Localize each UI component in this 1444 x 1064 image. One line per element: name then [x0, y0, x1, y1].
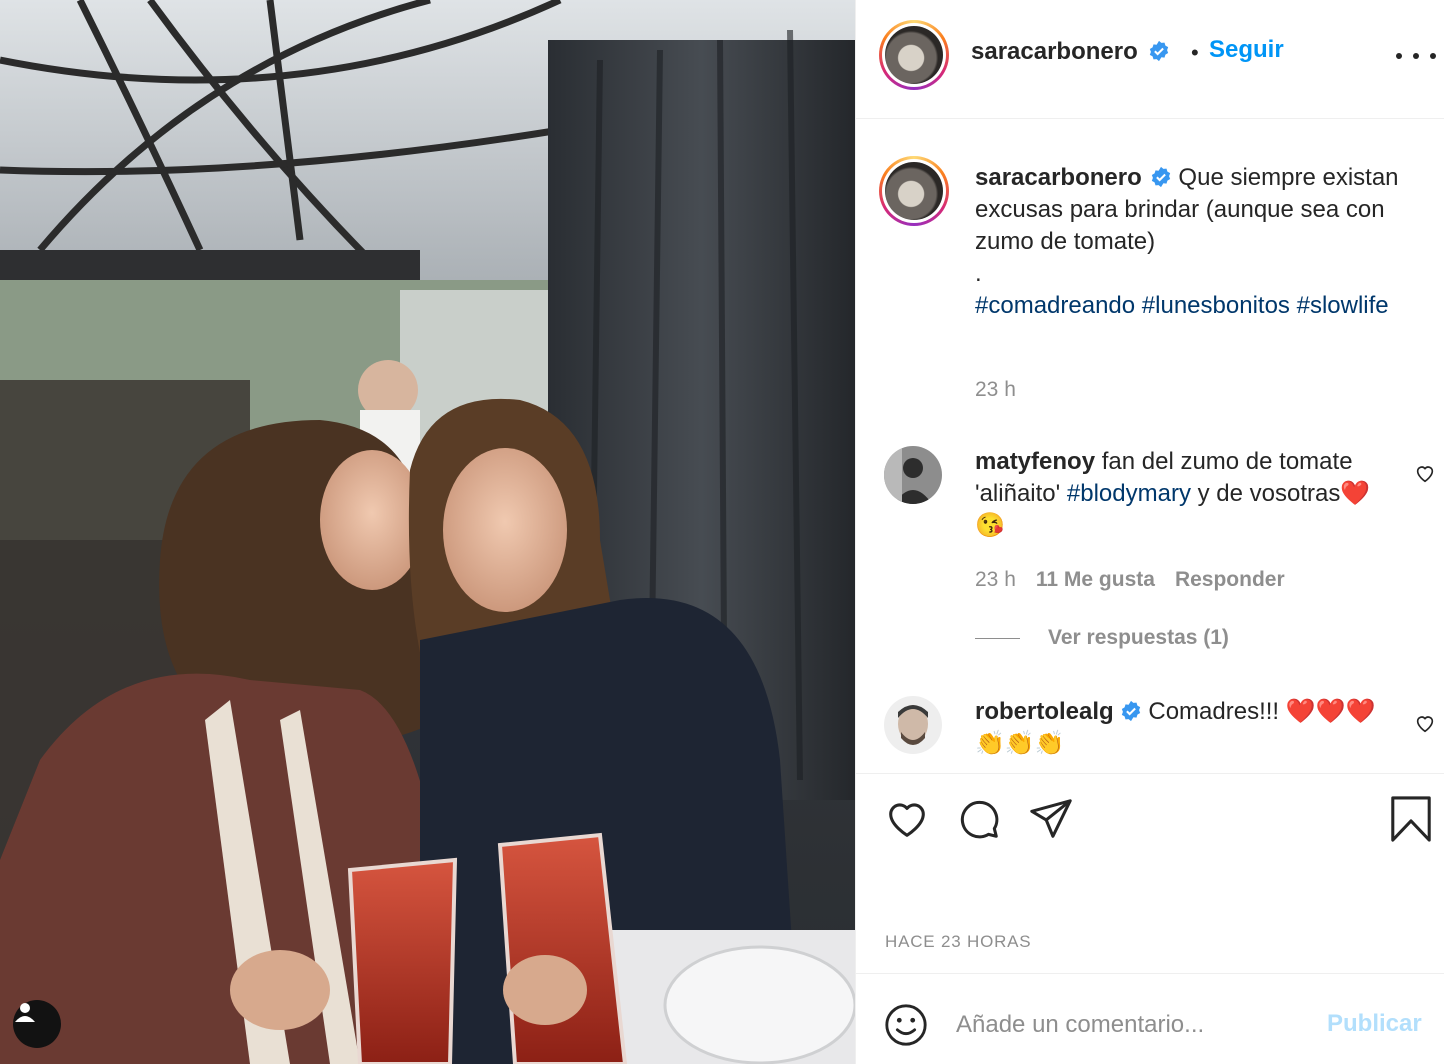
author-username[interactable]: saracarbonero [971, 38, 1138, 65]
bookmark-icon[interactable] [1388, 796, 1434, 842]
caption-dot: . [975, 260, 982, 287]
verified-badge-icon [1151, 166, 1170, 188]
post-timestamp[interactable]: HACE 23 HORAS [885, 932, 1031, 952]
more-options-icon[interactable] [1396, 42, 1436, 70]
comment-input[interactable] [956, 1002, 1316, 1048]
comment-likes[interactable]: 11 Me gusta [1036, 568, 1155, 591]
comment-timestamp[interactable]: 23 h [975, 568, 1016, 591]
user-tag-button[interactable] [13, 1000, 61, 1048]
commenter-avatar[interactable] [884, 446, 942, 504]
hashtag-link[interactable]: #comadreando [975, 292, 1135, 319]
verified-badge-icon [1121, 700, 1140, 722]
user-tag-icon [15, 1003, 35, 1022]
comment-username[interactable]: matyfenoy [975, 448, 1095, 475]
caption-timestamp[interactable]: 23 h [975, 378, 1016, 402]
caption-avatar[interactable] [879, 156, 949, 226]
post-sidebar: saracarbonero • Seguir saracarbonero Que… [855, 0, 1444, 1064]
caption-username[interactable]: saracarbonero [975, 164, 1142, 191]
hashtag-link[interactable]: #lunesbonitos [1142, 292, 1290, 319]
reply-button[interactable]: Responder [1175, 568, 1285, 591]
publish-button[interactable]: Publicar [1327, 1010, 1422, 1038]
view-replies-button[interactable]: Ver respuestas (1) [975, 626, 1229, 650]
hashtag-link[interactable]: #slowlife [1297, 292, 1389, 319]
comments-list[interactable]: saracarbonero Que siempre existan excusa… [856, 120, 1444, 772]
comment-text: matyfenoy fan del zumo de tomate 'aliñai… [975, 448, 1371, 539]
add-comment-bar: Publicar [856, 973, 1444, 1064]
emoji-icon[interactable] [883, 1002, 929, 1048]
comment-like-heart-icon[interactable] [1414, 712, 1436, 734]
verified-badge-icon [1150, 40, 1169, 62]
follow-button[interactable]: Seguir [1209, 36, 1284, 64]
post-photo[interactable] [0, 0, 855, 1064]
author-avatar[interactable] [879, 20, 949, 90]
heart-icon[interactable] [884, 796, 930, 842]
header-separator: • [1191, 40, 1199, 65]
comment-username[interactable]: robertolealg [975, 698, 1114, 725]
share-icon[interactable] [1028, 796, 1074, 842]
comment-text: robertolealg Comadres!!! ❤️❤️❤️👏👏👏 [975, 698, 1376, 757]
post-actions: HACE 23 HORAS [856, 773, 1444, 973]
photo-illustration [0, 0, 855, 1064]
comment-meta: 23 h 11 Me gusta Responder [975, 568, 1285, 592]
comment-like-heart-icon[interactable] [1414, 462, 1436, 484]
comment-icon[interactable] [956, 796, 1002, 842]
post-header: saracarbonero • Seguir [856, 0, 1444, 119]
hashtag-link[interactable]: #blodymary [1067, 480, 1191, 507]
commenter-avatar[interactable] [884, 696, 942, 754]
